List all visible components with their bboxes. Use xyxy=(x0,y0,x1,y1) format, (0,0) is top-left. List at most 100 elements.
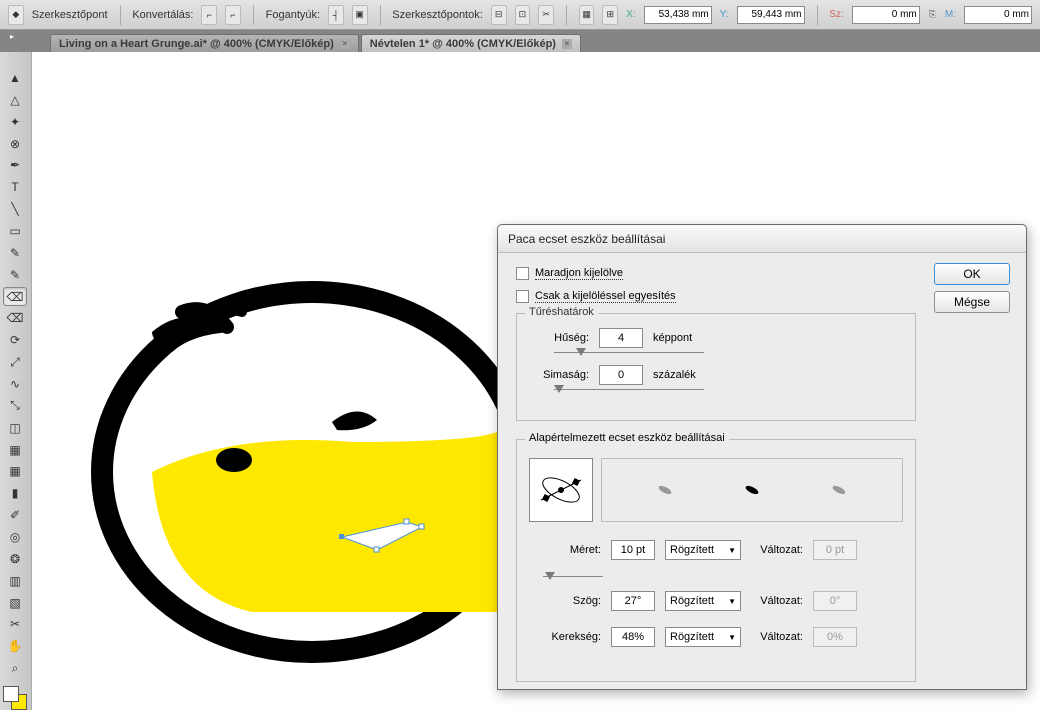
close-icon[interactable]: × xyxy=(340,39,350,49)
tolerances-legend: Tűréshatárok xyxy=(525,306,598,318)
handles-label: Fogantyúk: xyxy=(266,9,320,21)
size-mode-dropdown[interactable]: Rögzített▼ xyxy=(665,540,741,560)
smoothness-unit: százalék xyxy=(653,369,713,381)
scale-tool[interactable]: ⤢ xyxy=(3,352,27,372)
size-input[interactable] xyxy=(611,540,655,560)
w-input[interactable] xyxy=(852,6,920,24)
rectangle-tool[interactable]: ▭ xyxy=(3,221,27,241)
fidelity-input[interactable] xyxy=(599,328,643,348)
size-slider[interactable] xyxy=(543,576,603,577)
merge-only-checkbox[interactable] xyxy=(516,290,529,303)
document-tab[interactable]: Névtelen 1* @ 400% (CMYK/Előkép) × xyxy=(361,34,581,52)
blend-tool[interactable]: ◎ xyxy=(3,527,27,547)
transform-icon[interactable]: ⊞ xyxy=(602,5,618,25)
pen-tool[interactable]: ✒ xyxy=(3,155,27,175)
mesh-tool[interactable]: ▦ xyxy=(3,461,27,481)
type-tool[interactable]: T xyxy=(3,177,27,197)
pencil-tool[interactable]: ✎ xyxy=(3,265,27,285)
brush-preview-box xyxy=(529,458,593,522)
symbol-tool[interactable]: ❂ xyxy=(3,549,27,569)
size-label: Méret: xyxy=(529,544,601,556)
eyedropper-tool[interactable]: ✐ xyxy=(3,505,27,525)
keep-selected-checkbox[interactable] xyxy=(516,267,529,280)
graph-tool[interactable]: ▥ xyxy=(3,571,27,591)
h-input[interactable] xyxy=(964,6,1032,24)
smoothness-slider[interactable] xyxy=(554,389,704,390)
h-label: M: xyxy=(945,9,956,20)
toolbox: ▲△✦⊗✒T╲▭✎✎⌫⌫⟳⤢∿⤡◫▦▦▮✐◎❂▥▧✂✋⌕ xyxy=(0,52,32,710)
connect-anchors-icon[interactable]: ⊡ xyxy=(515,5,531,25)
remove-anchors-icon[interactable]: ⊟ xyxy=(491,5,507,25)
angle-input[interactable] xyxy=(611,591,655,611)
chevron-down-icon: ▼ xyxy=(728,546,736,555)
default-brush-legend: Alapértelmezett ecset eszköz beállításai xyxy=(525,432,729,444)
hand-tool[interactable]: ✋ xyxy=(3,636,27,656)
angle-mode-dropdown[interactable]: Rögzített▼ xyxy=(665,591,741,611)
tab-label: Névtelen 1* @ 400% (CMYK/Előkép) xyxy=(370,38,556,50)
app-mark-icon: ▸ xyxy=(10,32,20,42)
fill-stroke-swatch[interactable] xyxy=(3,686,27,710)
link-wh-icon[interactable]: ⎘ xyxy=(928,6,937,24)
roundness-mode-dropdown[interactable]: Rögzített▼ xyxy=(665,627,741,647)
direct-select-tool[interactable]: △ xyxy=(3,90,27,110)
roundness-input[interactable] xyxy=(611,627,655,647)
zoom-tool[interactable]: ⌕ xyxy=(3,658,27,678)
line-tool[interactable]: ╲ xyxy=(3,199,27,219)
gradient-tool[interactable]: ▮ xyxy=(3,483,27,503)
convert-corner-icon[interactable]: ⌐ xyxy=(201,5,217,25)
y-label: Y: xyxy=(720,9,729,20)
angle-variation-label: Változat: xyxy=(751,595,803,607)
anchor-label: Szerkesztőpont xyxy=(32,9,108,21)
fidelity-slider[interactable] xyxy=(554,352,704,353)
slice-tool[interactable]: ✂ xyxy=(3,614,27,634)
artboard-tool[interactable]: ▧ xyxy=(3,593,27,613)
smoothness-input[interactable] xyxy=(599,365,643,385)
cancel-button[interactable]: Mégse xyxy=(934,291,1010,313)
close-icon[interactable]: × xyxy=(562,39,572,49)
show-handles-icon[interactable]: ┤ xyxy=(328,5,344,25)
magic-wand-tool[interactable]: ✦ xyxy=(3,112,27,132)
hide-handles-icon[interactable]: ▣ xyxy=(352,5,368,25)
size-variation-input xyxy=(813,540,857,560)
convert-smooth-icon[interactable]: ⌐ xyxy=(225,5,241,25)
keep-selected-label: Maradjon kijelölve xyxy=(535,267,623,280)
fidelity-label: Hűség: xyxy=(529,332,589,344)
free-transform-tool[interactable]: ⤡ xyxy=(3,396,27,416)
fidelity-unit: képpont xyxy=(653,332,713,344)
convert-label: Konvertálás: xyxy=(132,9,193,21)
selection-tool[interactable]: ▲ xyxy=(3,68,27,88)
brush-options-dialog: Paca ecset eszköz beállításai OK Mégse M… xyxy=(497,224,1027,690)
perspective-tool[interactable]: ▦ xyxy=(3,440,27,460)
artwork-svg xyxy=(32,52,532,710)
merge-only-label: Csak a kijelöléssel egyesítés xyxy=(535,290,676,303)
cut-path-icon[interactable]: ✂ xyxy=(538,5,554,25)
angle-label: Szög: xyxy=(529,595,601,607)
paintbrush-tool[interactable]: ✎ xyxy=(3,243,27,263)
angle-variation-input xyxy=(813,591,857,611)
y-input[interactable] xyxy=(737,6,805,24)
lasso-tool[interactable]: ⊗ xyxy=(3,134,27,154)
shape-builder-tool[interactable]: ◫ xyxy=(3,418,27,438)
ok-button[interactable]: OK xyxy=(934,263,1010,285)
x-input[interactable] xyxy=(644,6,712,24)
reference-point-icon[interactable]: ▦ xyxy=(579,5,595,25)
w-label: Sz: xyxy=(829,9,843,20)
document-tab[interactable]: Living on a Heart Grunge.ai* @ 400% (CMY… xyxy=(50,34,359,52)
chevron-down-icon: ▼ xyxy=(728,597,736,606)
tab-label: Living on a Heart Grunge.ai* @ 400% (CMY… xyxy=(59,38,334,50)
brush-previews xyxy=(601,458,903,522)
blob-brush-tool[interactable]: ⌫ xyxy=(3,287,27,307)
eraser-tool[interactable]: ⌫ xyxy=(3,308,27,328)
chevron-down-icon: ▼ xyxy=(728,633,736,642)
smoothness-label: Simaság: xyxy=(529,369,589,381)
anchor-point-icon: ◆ xyxy=(8,5,24,25)
x-label: X: xyxy=(626,9,635,20)
anchors-label: Szerkesztőpontok: xyxy=(392,9,483,21)
roundness-variation-label: Változat: xyxy=(751,631,803,643)
size-variation-label: Változat: xyxy=(751,544,803,556)
rotate-tool[interactable]: ⟳ xyxy=(3,330,27,350)
width-tool[interactable]: ∿ xyxy=(3,374,27,394)
dialog-title: Paca ecset eszköz beállításai xyxy=(498,225,1026,253)
roundness-variation-input xyxy=(813,627,857,647)
tab-strip: Living on a Heart Grunge.ai* @ 400% (CMY… xyxy=(0,30,1040,52)
